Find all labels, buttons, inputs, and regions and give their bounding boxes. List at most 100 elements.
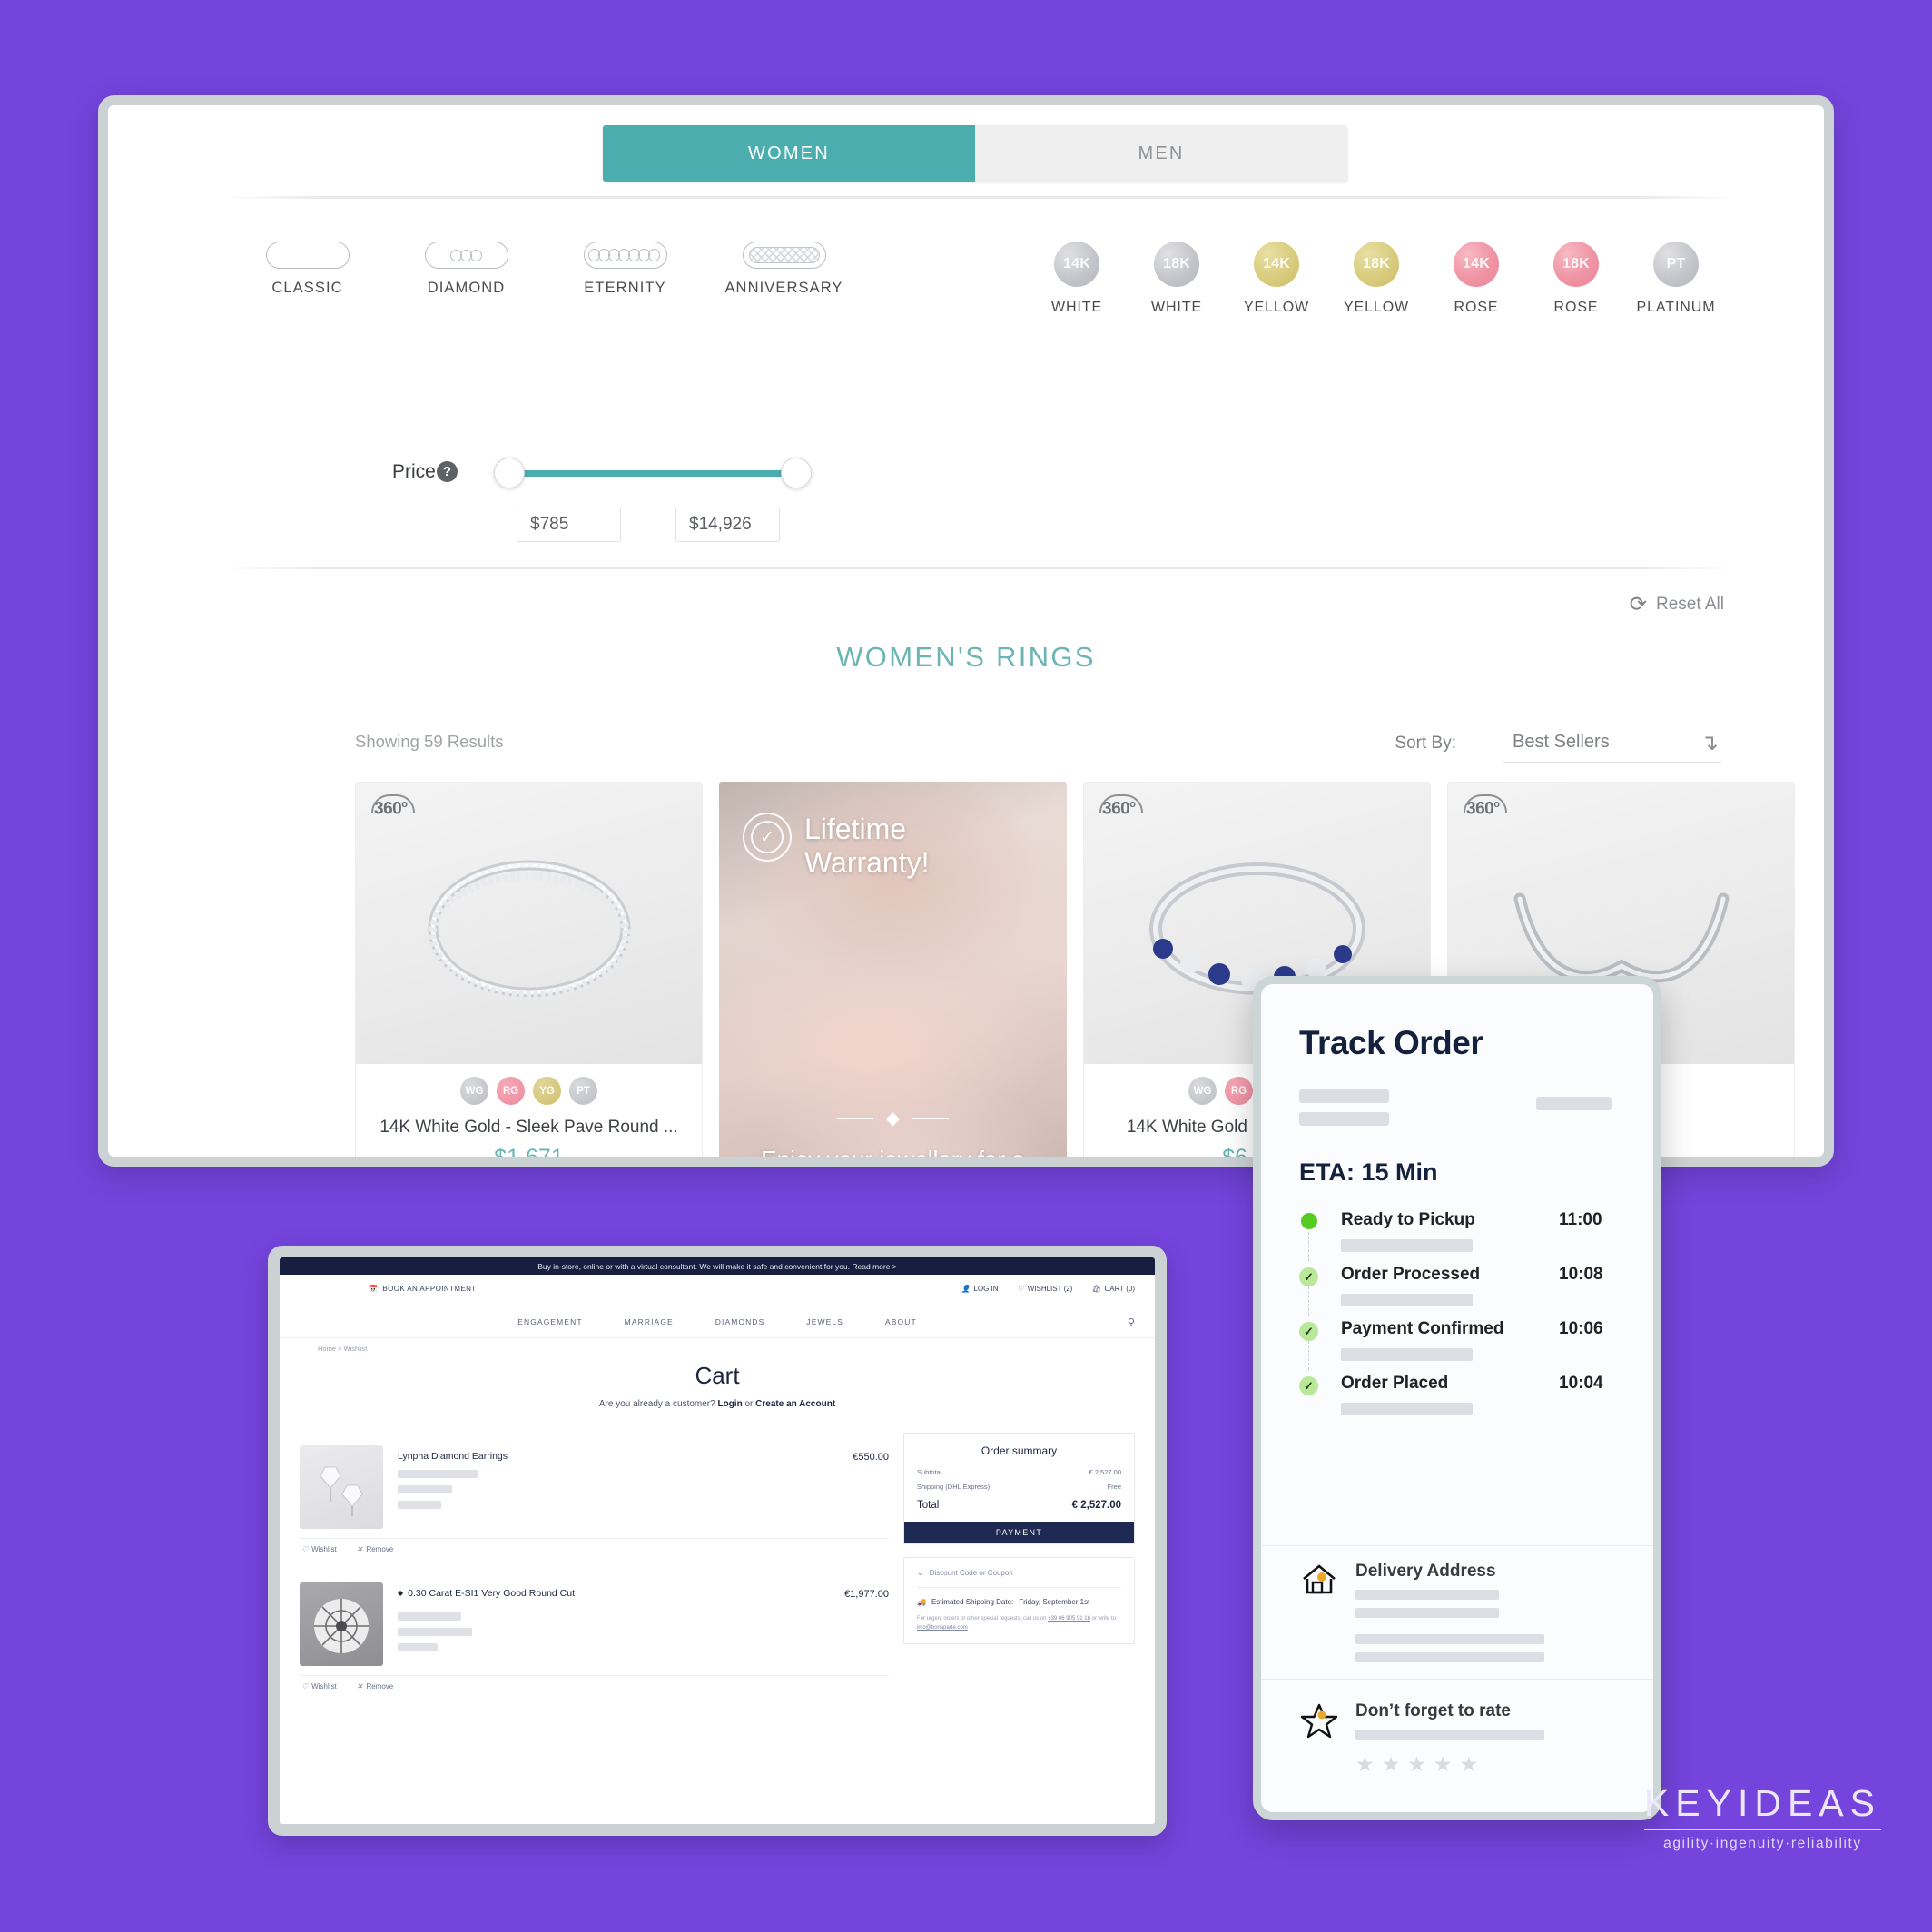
360-view-badge[interactable]: 360o	[1464, 794, 1507, 832]
rating-stars[interactable]: ★ ★ ★ ★ ★	[1355, 1752, 1626, 1777]
sort-by-select[interactable]	[1503, 723, 1721, 763]
star-3-icon[interactable]: ★	[1407, 1752, 1426, 1777]
price-range-slider[interactable]	[494, 458, 812, 488]
nav-about[interactable]: ABOUT	[885, 1317, 917, 1326]
product-card[interactable]: 360o WG RG YG PT 14K White Gold - Sleek …	[355, 782, 703, 1157]
cart-item: ◆ 0.30 Carat E-SI1 Very Good Round Cut €…	[300, 1570, 889, 1676]
timeline-connector	[1307, 1286, 1309, 1316]
metal-filter-14k-rose[interactable]: 14K ROSE	[1426, 242, 1526, 316]
metal-option-rg[interactable]: RG	[1225, 1077, 1253, 1105]
estimated-shipping: 🚚 Estimated Shipping Date: Friday, Septe…	[917, 1598, 1090, 1606]
create-account-link[interactable]: Create an Account	[755, 1399, 835, 1409]
timeline-step-payment-confirmed: ✓ Payment Confirmed 10:06	[1299, 1319, 1615, 1374]
keyideas-logo: KEYIDEAS agility·ingenuity·reliability	[1643, 1782, 1881, 1853]
sort-descending-icon[interactable]: ↴	[1700, 730, 1719, 756]
heart-icon: ♡	[301, 1545, 309, 1553]
diamond-thumbnail[interactable]	[300, 1582, 383, 1666]
slider-knob-max[interactable]	[781, 458, 812, 488]
payment-button[interactable]: PAYMENT	[904, 1522, 1134, 1543]
skeleton-line	[1355, 1730, 1544, 1740]
wishlist-button[interactable]: ♡ Wishlist	[301, 1682, 337, 1690]
product-image: 360o	[356, 783, 702, 1064]
metal-filter-14k-yellow[interactable]: 14K YELLOW	[1227, 242, 1326, 316]
chevron-down-icon: ⌄	[917, 1569, 923, 1577]
cart-link[interactable]: 🛍 CART (0)	[1091, 1285, 1135, 1293]
metal-filter-14k-white[interactable]: 14K WHITE	[1027, 242, 1127, 316]
timeline-step-time: 10:06	[1559, 1319, 1603, 1338]
promo-video-card[interactable]: ✓ Lifetime Warranty! ◆ Enjoy your jewell…	[719, 782, 1067, 1167]
metal-option-wg[interactable]: WG	[460, 1077, 488, 1105]
timeline-step-ready-to-pickup: Ready to Pickup 11:00	[1299, 1210, 1615, 1265]
contact-fine-print: For urgent orders or other special reque…	[917, 1616, 1116, 1631]
metal-option-yg[interactable]: YG	[533, 1077, 561, 1105]
metal-filter-18k-yellow[interactable]: 18K YELLOW	[1326, 242, 1426, 316]
timeline-connector	[1307, 1341, 1309, 1370]
nav-engagement[interactable]: ENGAGEMENT	[518, 1317, 582, 1326]
metal-filter-platinum[interactable]: PT PLATINUM	[1626, 242, 1726, 316]
price-min-input[interactable]	[517, 508, 621, 542]
360-view-badge[interactable]: 360o	[371, 794, 415, 832]
nav-marriage[interactable]: MARRIAGE	[625, 1317, 674, 1326]
tab-men[interactable]: MEN	[975, 125, 1347, 182]
rate-title: Don’t forget to rate	[1355, 1701, 1511, 1720]
nav-diamonds[interactable]: DIAMONDS	[715, 1317, 765, 1326]
metal-filter-group: 14K WHITE 18K WHITE 14K YELLOW 18K YELLO…	[1027, 242, 1726, 316]
email-link[interactable]: info@bonaparte.com	[917, 1625, 968, 1631]
book-appointment-link[interactable]: 📅 BOOK AN APPOINTMENT	[369, 1285, 477, 1293]
login-link-inline[interactable]: Login	[717, 1399, 742, 1409]
metal-filter-18k-rose[interactable]: 18K ROSE	[1526, 242, 1626, 316]
metal-label: ROSE	[1553, 300, 1599, 315]
sort-by-label: Sort By:	[1395, 734, 1456, 753]
style-filter-eternity[interactable]: ETERNITY	[546, 242, 705, 297]
promo-subline: Enjoy your jewellery for a lifetime!	[761, 1145, 1025, 1167]
style-label: ETERNITY	[584, 280, 666, 296]
slider-knob-min[interactable]	[494, 458, 525, 488]
earrings-thumbnail[interactable]	[300, 1445, 383, 1529]
reset-all-button[interactable]: ⟳ Reset All	[1630, 594, 1724, 615]
metal-option-rg[interactable]: RG	[497, 1077, 525, 1105]
rate-order-section[interactable]: Don’t forget to rate ★ ★ ★ ★ ★	[1299, 1701, 1626, 1777]
diamond-icon: ◆	[885, 1108, 901, 1129]
remove-button[interactable]: ✕ Remove	[357, 1682, 394, 1690]
order-summary-title: Order summary	[981, 1444, 1058, 1457]
star-4-icon[interactable]: ★	[1434, 1752, 1453, 1777]
metal-option-wg[interactable]: WG	[1188, 1077, 1217, 1105]
skeleton-line	[1355, 1634, 1544, 1644]
verified-check-seal-icon: ✓	[743, 813, 792, 862]
cart-item-name[interactable]: Lynpha Diamond Earrings	[398, 1449, 508, 1463]
promo-headline: Lifetime Warranty!	[804, 813, 930, 880]
metal-option-pt[interactable]: PT	[569, 1077, 597, 1105]
style-filter-group: CLASSIC DIAMOND ETERNITY ANNIVERSARY	[228, 242, 863, 297]
heart-icon: ♡	[1017, 1285, 1024, 1293]
style-filter-diamond[interactable]: DIAMOND	[387, 242, 546, 297]
skeleton-line	[398, 1628, 472, 1636]
tab-women[interactable]: WOMEN	[603, 125, 975, 182]
star-1-icon[interactable]: ★	[1355, 1752, 1375, 1777]
delivery-address-section[interactable]: Delivery Address	[1299, 1562, 1626, 1662]
360-view-badge[interactable]: 360o	[1099, 794, 1143, 832]
question-mark-icon[interactable]: ?	[437, 461, 458, 482]
reset-all-label: Reset All	[1656, 594, 1724, 614]
nav-jewels[interactable]: JEWELS	[806, 1317, 843, 1326]
phone-link[interactable]: +39 06 905 91 16	[1048, 1616, 1090, 1622]
refresh-icon: ⟳	[1629, 592, 1648, 616]
cart-item-name[interactable]: ◆ 0.30 Carat E-SI1 Very Good Round Cut	[398, 1586, 575, 1600]
cart-item: Lynpha Diamond Earrings €550.00	[300, 1433, 889, 1539]
remove-button[interactable]: ✕ Remove	[357, 1545, 394, 1553]
plain-band-icon	[265, 242, 350, 269]
style-filter-anniversary[interactable]: ANNIVERSARY	[705, 242, 863, 297]
skeleton-line	[398, 1643, 438, 1651]
metal-filter-18k-white[interactable]: 18K WHITE	[1127, 242, 1227, 316]
announcement-bar[interactable]: Buy in-store, online or with a virtual c…	[280, 1257, 1155, 1275]
timeline-step-label: Payment Confirmed	[1341, 1319, 1504, 1338]
summary-row-shipping: Shipping (DHL Express) Free	[917, 1483, 1121, 1491]
price-max-input[interactable]	[675, 508, 780, 542]
search-icon[interactable]: ⚲	[1128, 1316, 1135, 1328]
discount-code-toggle[interactable]: ⌄ Discount Code or Coupon	[917, 1569, 1121, 1588]
star-2-icon[interactable]: ★	[1382, 1752, 1401, 1777]
star-5-icon[interactable]: ★	[1460, 1752, 1479, 1777]
wishlist-link[interactable]: ♡ WISHLIST (2)	[1018, 1285, 1073, 1293]
login-link[interactable]: 👤 LOG IN	[961, 1285, 998, 1293]
wishlist-button[interactable]: ♡ Wishlist	[301, 1545, 337, 1553]
style-filter-classic[interactable]: CLASSIC	[228, 242, 387, 297]
